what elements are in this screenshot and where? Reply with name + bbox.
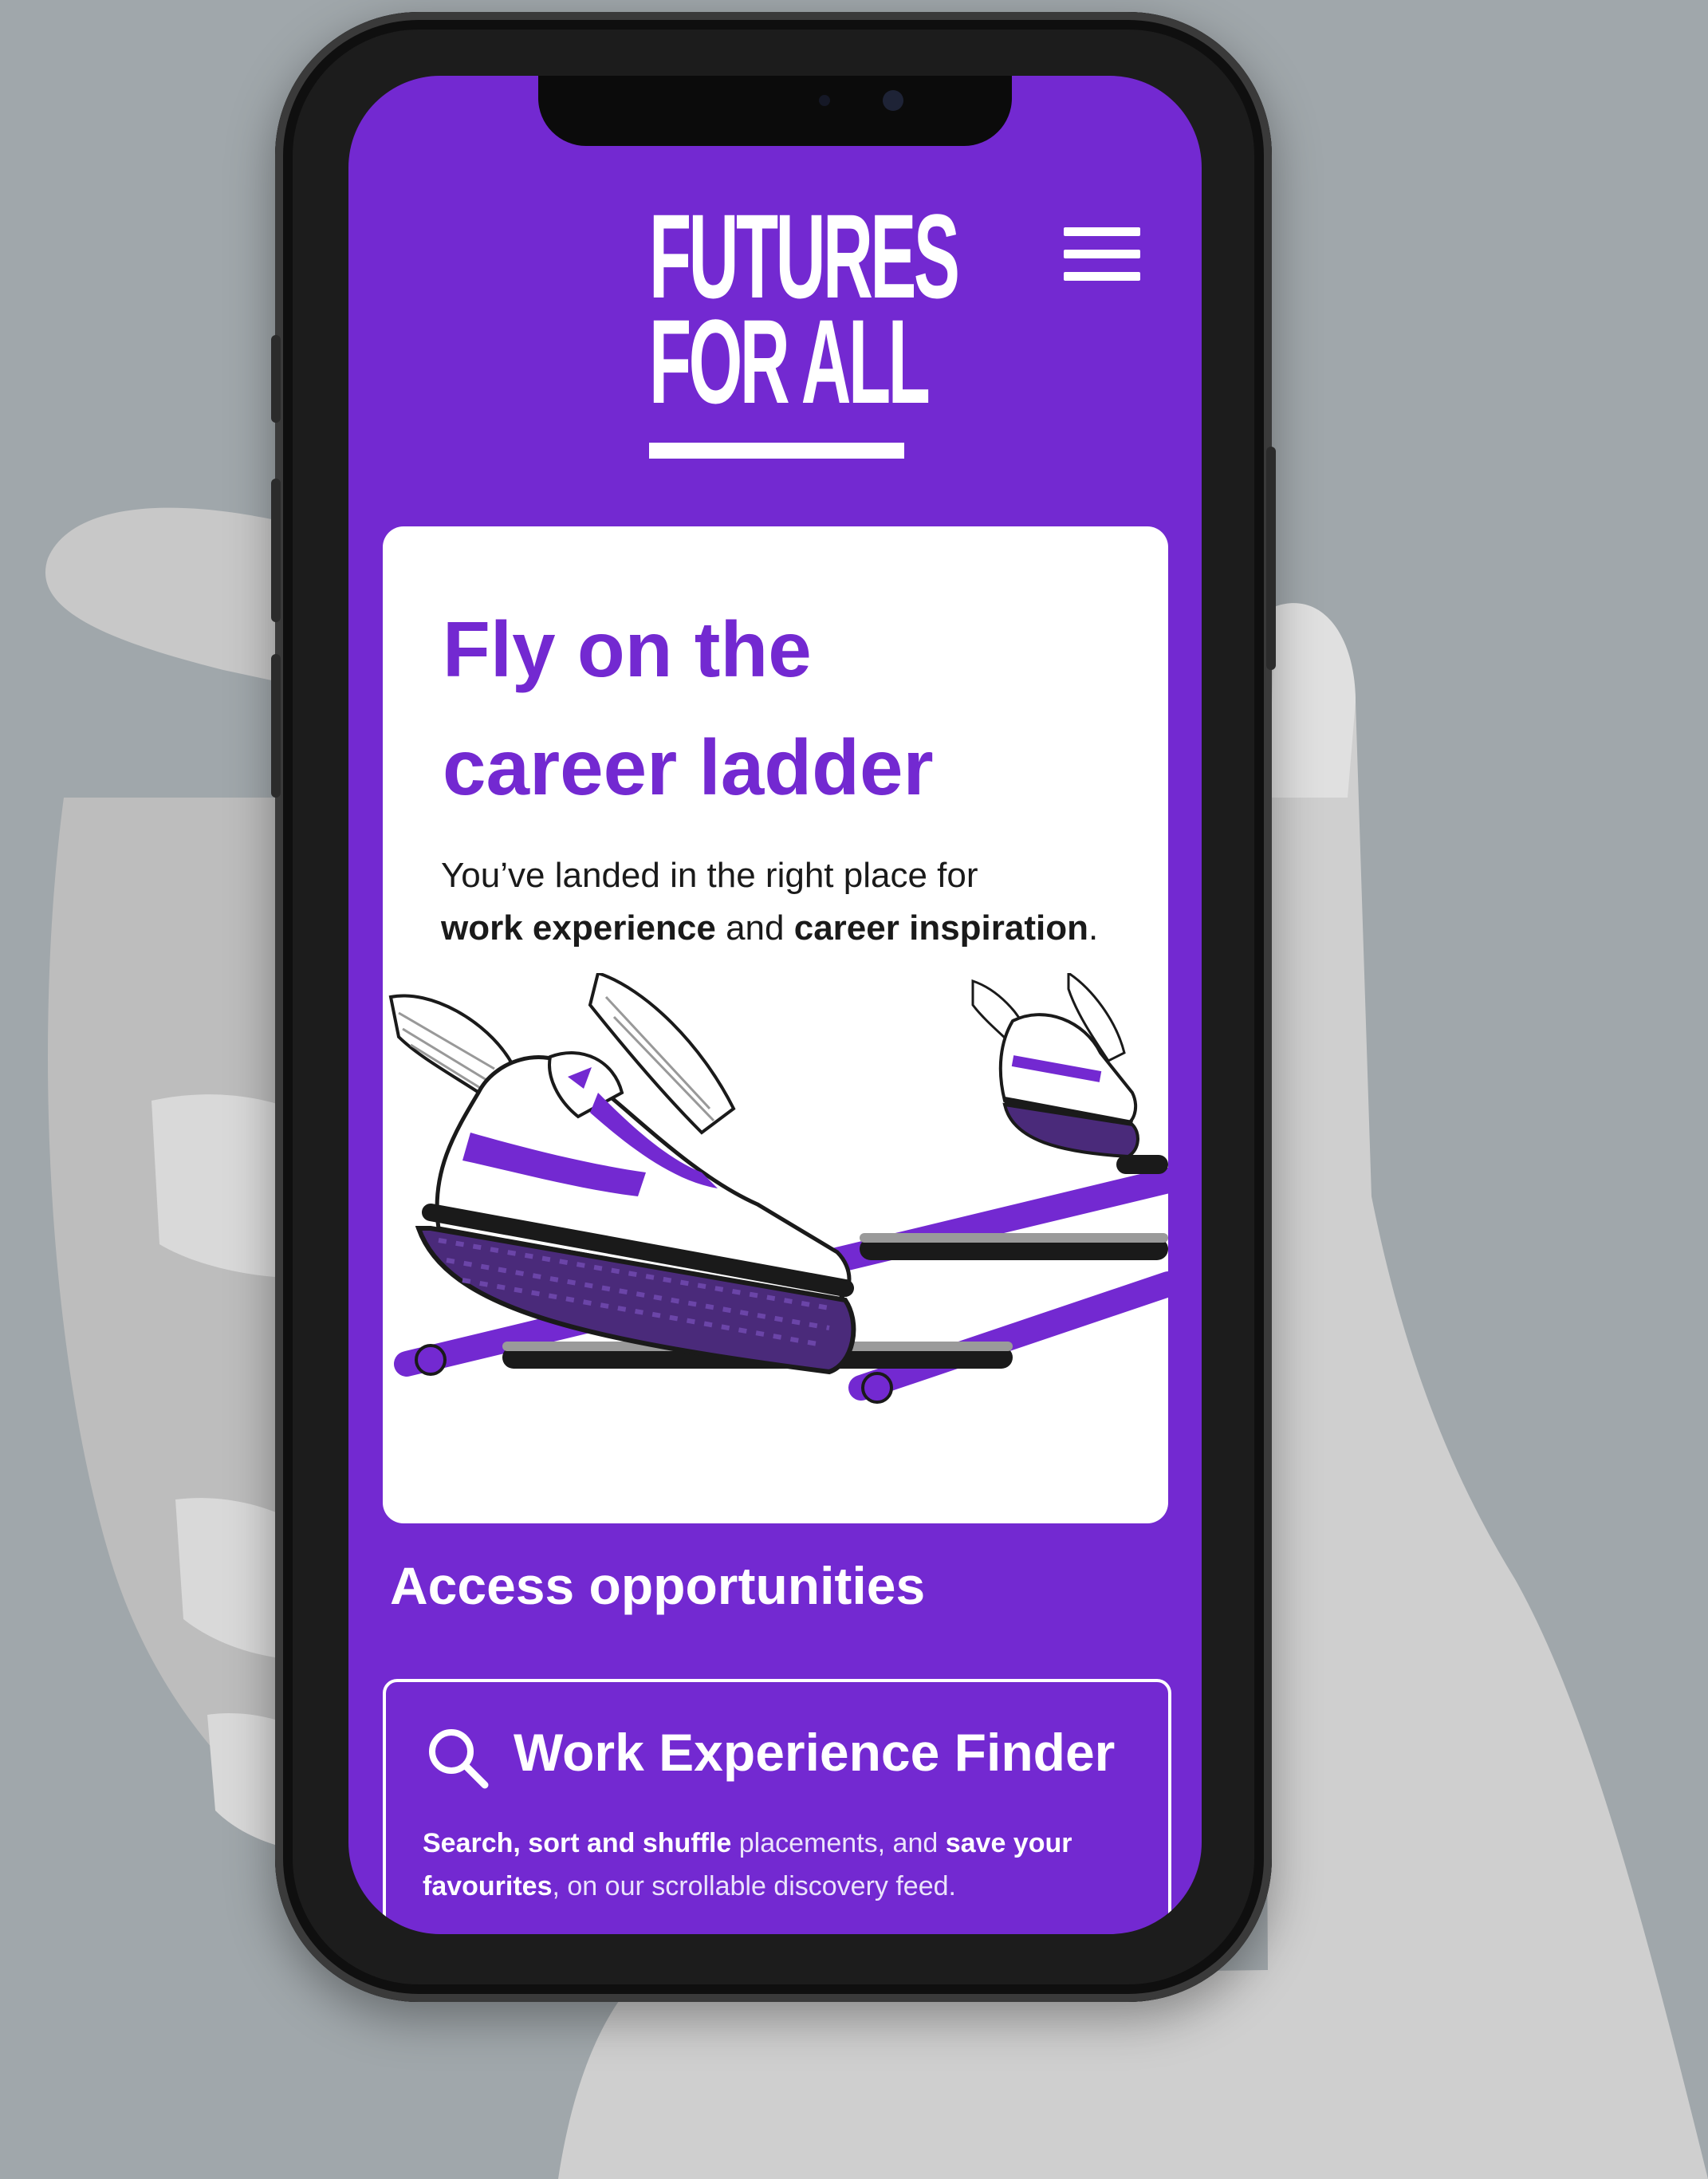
hero-text-part-3: . [1088,908,1099,948]
large-winged-sneaker-icon [388,973,856,1375]
hamburger-line-3 [1064,272,1140,281]
side-button [271,335,281,423]
volume-down-button [271,654,281,798]
futures-for-all-logo[interactable]: FUTURES FOR ALL [649,189,960,428]
menu-button[interactable] [1064,227,1140,282]
hamburger-menu-icon [1064,227,1140,236]
logo-line-2: FOR ALL [649,294,931,428]
hero-title: Fly on the career ladder [443,590,1080,826]
hamburger-line-2 [1064,250,1140,258]
hero-title-line-1: Fly on the [443,605,812,693]
notch-sensor [819,95,830,106]
finder-desc-part-1: placements, and [731,1828,946,1858]
logo-underline [649,443,904,459]
volume-up-button [271,479,281,622]
hero-title-line-2: career ladder [443,723,934,811]
hero-text-part-1: You’ve landed in the right place for [441,856,978,895]
small-winged-sneaker-icon [971,973,1139,1159]
hero-text-bold-1: work experience [441,908,716,948]
winged-sneaker-ladder-illustration [388,973,1168,1404]
work-experience-finder-description: Search, sort and shuffle placements, and… [423,1822,1140,1908]
hero-description: You’ve landed in the right place for work… [441,849,1143,955]
hero-text-part-2: and [715,908,794,948]
phone-screen: FUTURES FOR ALL Fly on the career ladder… [348,76,1202,1934]
front-camera [883,90,903,111]
hero-card: Fly on the career ladder You’ve landed i… [383,526,1168,1523]
phone-notch [538,76,1012,146]
hero-text-bold-2: career inspiration [793,908,1088,948]
logo-line-1: FUTURES [649,189,960,323]
power-button [1266,447,1276,670]
section-title-access-opportunities: Access opportunities [390,1556,926,1615]
work-experience-finder-card[interactable]: Work Experience Finder Search, sort and … [383,1679,1171,1934]
finder-desc-part-2: , on our scrollable discovery feed. [552,1871,956,1901]
finder-desc-bold-1: Search, sort and shuffle [423,1828,732,1858]
search-icon [429,1729,489,1789]
work-experience-finder-title: Work Experience Finder [514,1723,1116,1782]
